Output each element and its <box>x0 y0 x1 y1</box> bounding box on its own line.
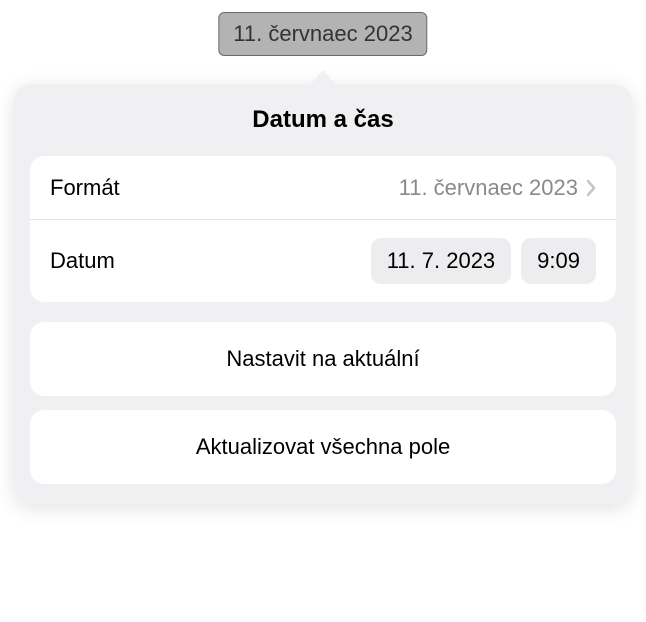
chevron-right-icon <box>586 179 596 197</box>
format-label: Formát <box>50 175 120 201</box>
date-time-popover: Datum a čas Formát 11. červnaec 2023 Dat… <box>14 84 632 504</box>
datum-label: Datum <box>50 248 115 274</box>
settings-group: Formát 11. červnaec 2023 Datum 11. 7. 20… <box>30 156 616 302</box>
date-picker-button[interactable]: 11. 7. 2023 <box>371 238 511 284</box>
time-picker-button[interactable]: 9:09 <box>521 238 596 284</box>
format-row[interactable]: Formát 11. červnaec 2023 <box>30 156 616 220</box>
popover-arrow <box>309 70 337 86</box>
date-token[interactable]: 11. červnaec 2023 <box>218 12 427 56</box>
datum-row: Datum 11. 7. 2023 9:09 <box>30 220 616 302</box>
popover-title: Datum a čas <box>30 106 616 134</box>
update-all-fields-button[interactable]: Aktualizovat všechna pole <box>30 410 616 484</box>
format-value: 11. červnaec 2023 <box>399 175 578 201</box>
set-current-button[interactable]: Nastavit na aktuální <box>30 322 616 396</box>
date-token-text: 11. červnaec 2023 <box>233 21 412 46</box>
